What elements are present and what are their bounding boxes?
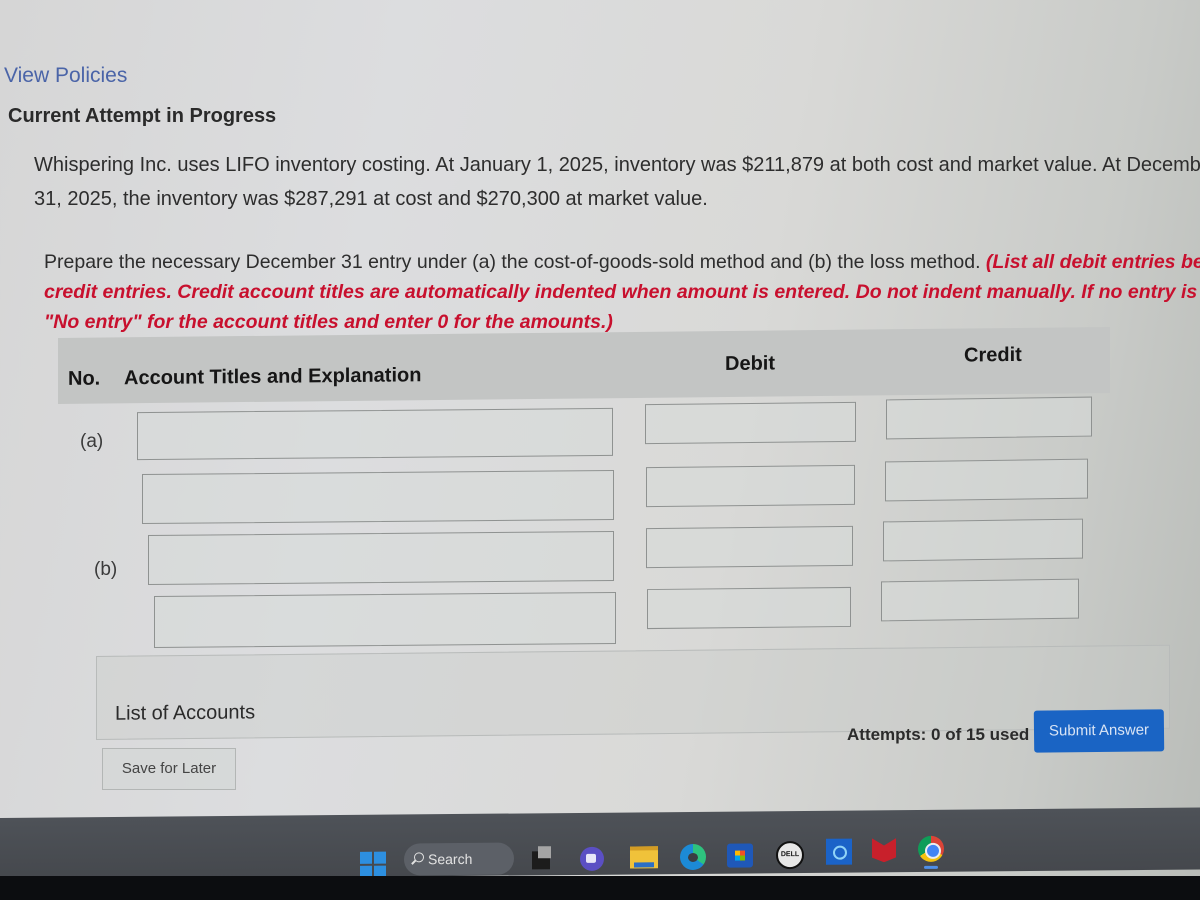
search-icon bbox=[414, 852, 424, 863]
debit-input-b1[interactable] bbox=[646, 525, 853, 569]
journal-table-header: No. Account Titles and Explanation Debit… bbox=[58, 326, 1110, 404]
attempts-counter: Attempts: 0 of 15 used bbox=[847, 725, 1030, 744]
account-title-input-a1[interactable] bbox=[137, 407, 613, 461]
store-icon[interactable] bbox=[727, 843, 753, 868]
question-page: View Policies Current Attempt in Progres… bbox=[0, 0, 1200, 830]
chrome-icon[interactable] bbox=[918, 835, 944, 862]
account-title-input-b1[interactable] bbox=[148, 530, 614, 586]
account-title-input-b2[interactable] bbox=[154, 591, 616, 649]
credit-input-b1[interactable] bbox=[883, 518, 1083, 562]
problem-line-2: 31, 2025, the inventory was $287,291 at … bbox=[34, 188, 708, 210]
debit-input-b2[interactable] bbox=[647, 586, 851, 630]
debit-input-a2[interactable] bbox=[646, 464, 855, 508]
credit-input-a2[interactable] bbox=[885, 458, 1088, 502]
edge-icon[interactable] bbox=[680, 843, 706, 871]
header-credit: Credit bbox=[964, 343, 1022, 367]
row-label-a: (a) bbox=[80, 431, 104, 452]
header-account-titles: Account Titles and Explanation bbox=[124, 364, 422, 390]
attempt-status-heading: Current Attempt in Progress bbox=[8, 105, 277, 127]
windows-taskbar: Search DELL bbox=[0, 807, 1200, 880]
teams-icon[interactable] bbox=[580, 846, 604, 871]
instructions-red-1: (List all debit entries before bbox=[985, 251, 1200, 273]
alexa-icon[interactable] bbox=[826, 838, 852, 865]
problem-statement: Whispering Inc. uses LIFO inventory cost… bbox=[34, 148, 1200, 216]
windows-start-icon[interactable] bbox=[360, 851, 386, 878]
mcafee-icon[interactable] bbox=[872, 838, 896, 862]
dell-icon[interactable]: DELL bbox=[776, 840, 804, 870]
list-of-accounts-label: List of Accounts bbox=[115, 701, 256, 725]
save-for-later-button[interactable]: Save for Later bbox=[102, 748, 236, 790]
debit-input-a1[interactable] bbox=[645, 401, 856, 445]
monitor-bezel bbox=[0, 876, 1200, 900]
account-title-input-a2[interactable] bbox=[142, 469, 614, 525]
problem-line-1: Whispering Inc. uses LIFO inventory cost… bbox=[34, 154, 1200, 176]
view-policies-link[interactable]: View Policies bbox=[4, 64, 127, 88]
row-label-b: (b) bbox=[94, 559, 118, 580]
header-no: No. bbox=[68, 367, 101, 390]
instructions: Prepare the necessary December 31 entry … bbox=[44, 247, 1200, 337]
task-view-icon[interactable] bbox=[532, 851, 550, 870]
submit-answer-button[interactable]: Submit Answer bbox=[1033, 709, 1165, 753]
instructions-plain: Prepare the necessary December 31 entry … bbox=[44, 251, 986, 273]
instructions-line-1: Prepare the necessary December 31 entry … bbox=[44, 247, 1200, 277]
header-debit: Debit bbox=[725, 352, 775, 376]
credit-input-b2[interactable] bbox=[881, 578, 1079, 622]
credit-input-a1[interactable] bbox=[886, 396, 1092, 440]
chrome-active-indicator bbox=[924, 865, 938, 869]
instructions-red-2: credit entries. Credit account titles ar… bbox=[44, 281, 1200, 303]
taskbar-search-label: Search bbox=[428, 850, 473, 868]
file-explorer-icon[interactable] bbox=[630, 846, 658, 869]
taskbar-search[interactable]: Search bbox=[404, 842, 514, 876]
